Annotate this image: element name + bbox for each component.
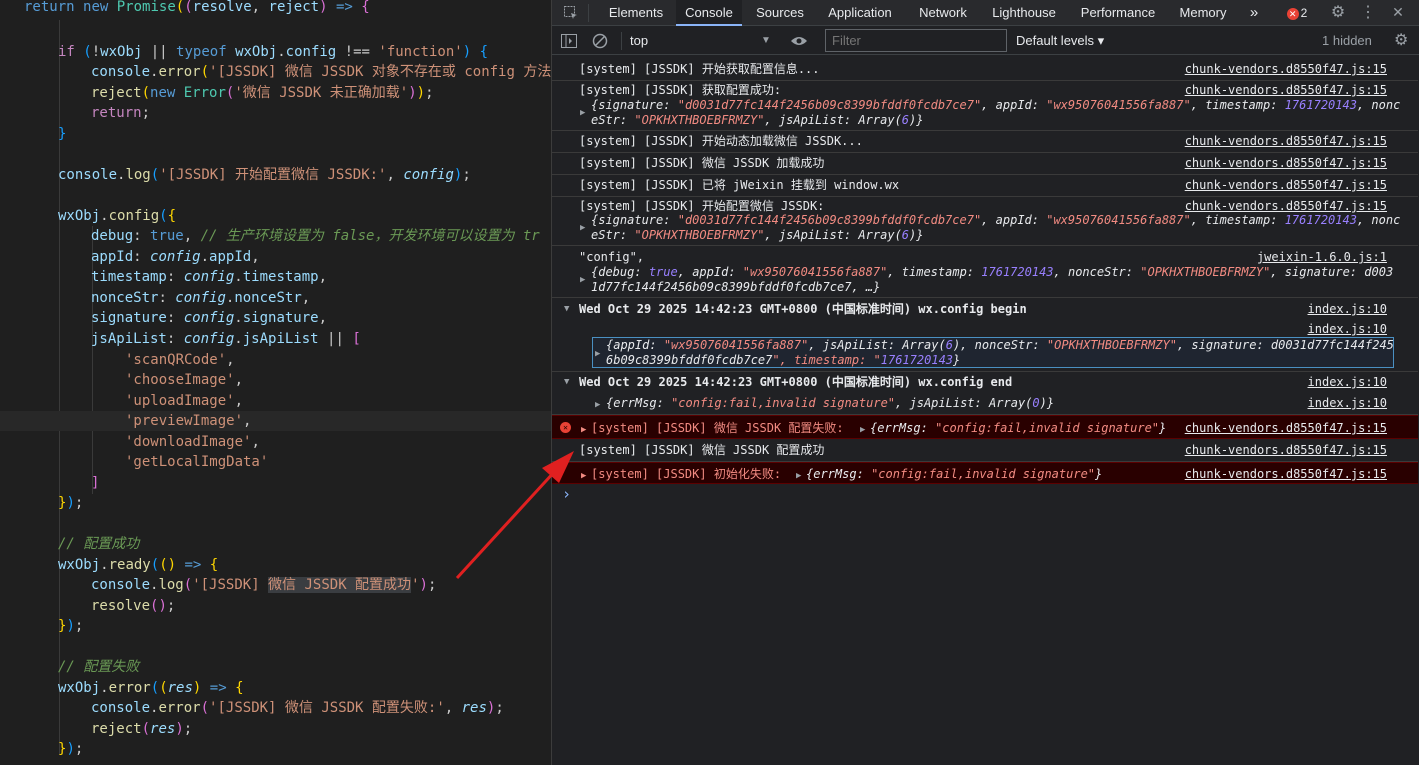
annotation-arrow bbox=[455, 451, 574, 580]
